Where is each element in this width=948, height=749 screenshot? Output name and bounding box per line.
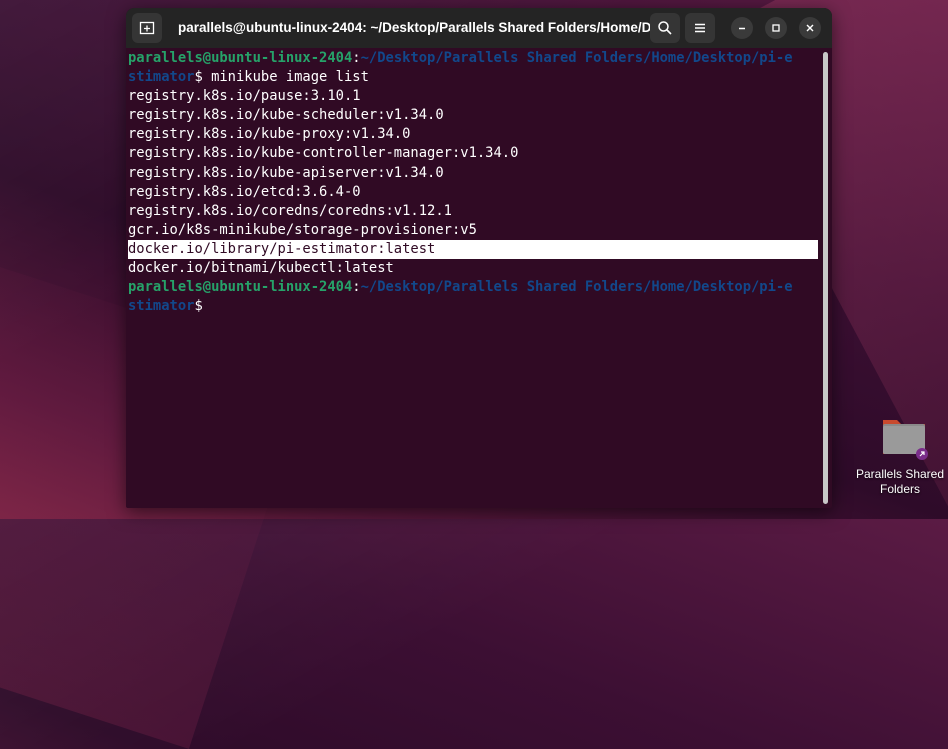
window-title: parallels@ubuntu-linux-2404: ~/Desktop/P…: [178, 20, 663, 35]
prompt-colon: :: [352, 279, 361, 296]
minimize-button[interactable]: [731, 17, 753, 39]
prompt-path: ~/Desktop/Parallels Shared Folders/Home/…: [360, 50, 793, 66]
prompt-path: stimator: [128, 298, 195, 315]
desktop-icon-parallels-shared-folders[interactable]: Parallels Shared Folders: [852, 412, 948, 502]
hamburger-menu-icon: [695, 23, 705, 33]
output-line: docker.io/bitnami/kubectl:latest: [128, 260, 394, 277]
output-line-selected: docker.io/library/pi-estimator:latest: [128, 239, 818, 260]
output-line: registry.k8s.io/coredns/coredns:v1.12.1: [128, 202, 452, 219]
output-line: registry.k8s.io/kube-apiserver:v1.34.0: [128, 164, 444, 181]
desktop-icon-label: Parallels Shared Folders: [852, 467, 948, 497]
prompt-user: parallels@ubuntu-linux-2404: [128, 279, 353, 296]
terminal-window[interactable]: parallels@ubuntu-linux-2404: ~/Desktop/P…: [126, 8, 832, 508]
output-line: registry.k8s.io/kube-proxy:v1.34.0: [128, 126, 411, 143]
prompt-dollar: $: [194, 298, 203, 315]
output-line: registry.k8s.io/kube-scheduler:v1.34.0: [128, 107, 444, 124]
prompt-colon: :: [352, 50, 361, 66]
scrollbar[interactable]: [823, 52, 828, 504]
prompt-line: stimator$: [128, 297, 818, 316]
title-bar[interactable]: parallels@ubuntu-linux-2404: ~/Desktop/P…: [126, 8, 832, 48]
maximize-icon: [772, 24, 780, 32]
prompt-path: stimator: [128, 69, 195, 86]
maximize-button[interactable]: [765, 17, 787, 39]
desktop-icon-label-line: Folders: [879, 482, 920, 496]
prompt-line: parallels@ubuntu-linux-2404:~/Desktop/Pa…: [128, 278, 818, 297]
folder-icon: [883, 420, 928, 460]
terminal-output[interactable]: parallels@ubuntu-linux-2404:~/Desktop/Pa…: [128, 49, 818, 316]
command-text: $ minikube image list: [194, 69, 369, 86]
close-icon: [806, 24, 814, 32]
prompt-user: parallels@ubuntu-linux-2404: [128, 50, 353, 66]
search-icon: [658, 21, 672, 35]
prompt-path: ~/Desktop/Parallels Shared Folders/Home/…: [360, 279, 793, 296]
output-line: registry.k8s.io/pause:3.10.1: [128, 88, 361, 105]
close-button[interactable]: [799, 17, 821, 39]
output-line: registry.k8s.io/etcd:3.6.4-0: [128, 183, 361, 200]
menu-button[interactable]: [685, 13, 715, 43]
search-button[interactable]: [650, 13, 680, 43]
prompt-line: stimator$ minikube image list: [128, 68, 818, 87]
new-tab-icon: [139, 21, 155, 35]
desktop-icon-label-line: Parallels Shared: [855, 467, 945, 481]
prompt-line: parallels@ubuntu-linux-2404:~/Desktop/Pa…: [128, 49, 818, 68]
output-line: gcr.io/k8s-minikube/storage-provisioner:…: [128, 221, 477, 238]
output-line: registry.k8s.io/kube-controller-manager:…: [128, 145, 519, 162]
minimize-icon: [739, 27, 745, 30]
new-tab-button[interactable]: [132, 13, 162, 43]
